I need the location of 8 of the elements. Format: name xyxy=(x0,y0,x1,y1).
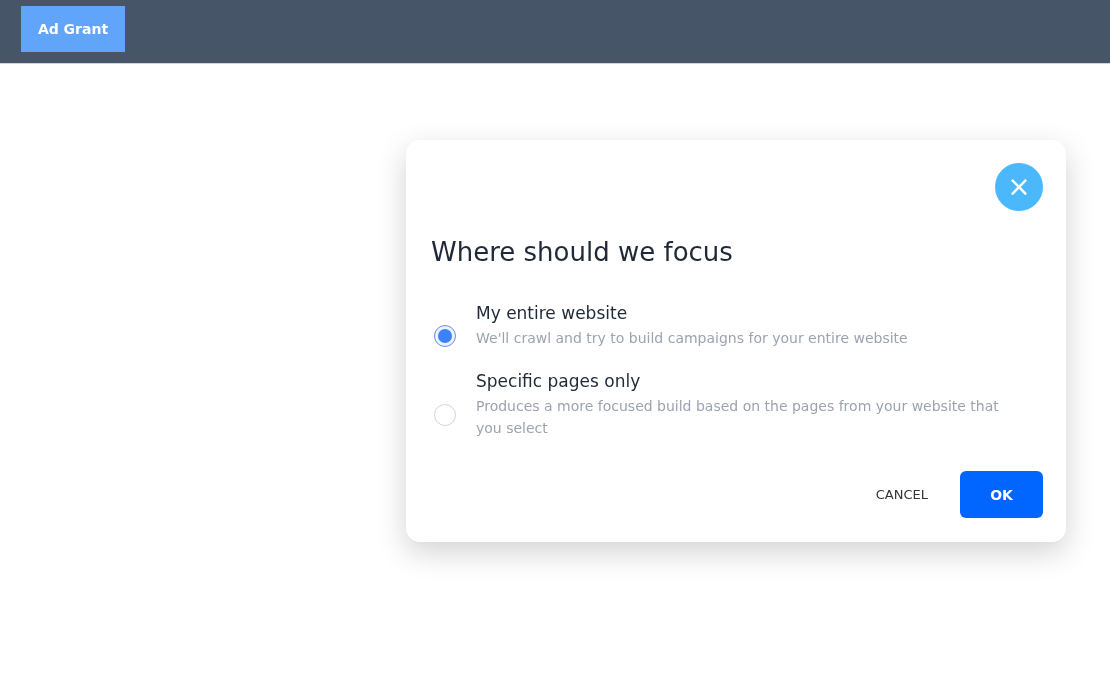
option-description: We'll crawl and try to build campaigns for your entire website xyxy=(476,329,909,348)
option-label[interactable]: Specific pages only xyxy=(476,371,1026,391)
ok-button[interactable]: OK xyxy=(960,471,1043,518)
cancel-button[interactable]: CANCEL xyxy=(869,486,934,503)
dialog-title: Where should we focus xyxy=(431,237,734,267)
option-description: Produces a more focused build based on the pages from your website that you select xyxy=(476,397,1000,438)
radio-button[interactable] xyxy=(434,325,456,347)
option-label[interactable]: My entire website xyxy=(476,303,1026,323)
